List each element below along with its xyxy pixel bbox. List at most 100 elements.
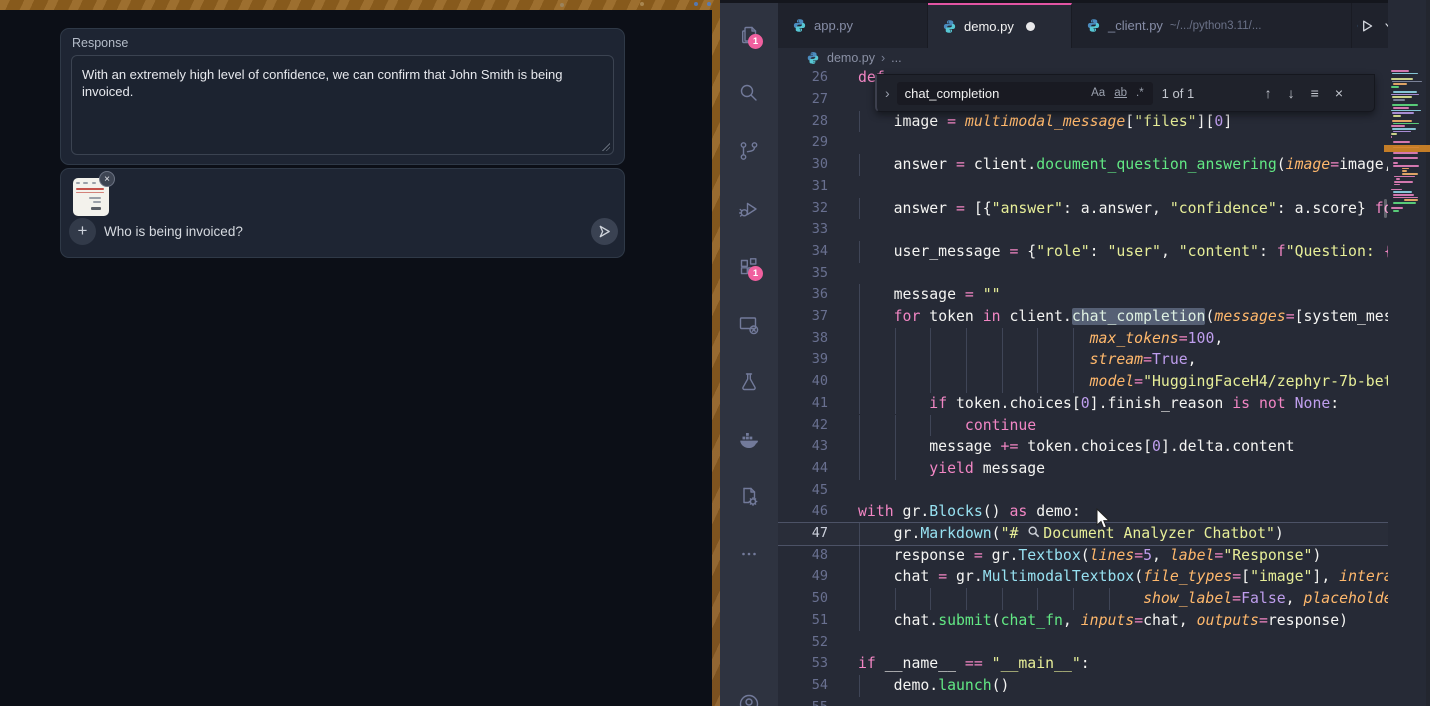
code-line-47[interactable]: 47 gr.Markdown("# Document Analyzer Chat…: [778, 522, 1388, 546]
minimap-line: [1393, 83, 1407, 85]
minimap-line: [1402, 173, 1418, 175]
minimap[interactable]: [1388, 0, 1426, 706]
indent-guide: [859, 458, 860, 480]
minimap-line: [1392, 81, 1422, 83]
source-control-icon[interactable]: [737, 139, 761, 163]
tab-_client.py[interactable]: _client.py~/.../python3.11/...: [1072, 3, 1352, 48]
unsaved-changes-icon[interactable]: [1026, 22, 1035, 31]
code-line-43[interactable]: 43 message += token.choices[0].delta.con…: [778, 436, 1388, 458]
line-number: 35: [778, 263, 828, 285]
code-line-50[interactable]: 50 show_label=False, placeholder=: [778, 588, 1388, 610]
previous-match-icon[interactable]: ↑: [1265, 85, 1272, 101]
code-line-33[interactable]: 33: [778, 219, 1388, 241]
more-icon[interactable]: [737, 542, 761, 566]
minimap-line: [1393, 131, 1411, 133]
code-line-55[interactable]: 55: [778, 697, 1388, 706]
indent-guide: [930, 415, 931, 437]
minimap-line: [1402, 170, 1407, 172]
code-line-29[interactable]: 29: [778, 132, 1388, 154]
breadcrumb[interactable]: demo.py › ...: [778, 48, 1430, 67]
code-line-45[interactable]: 45: [778, 480, 1388, 502]
add-file-button[interactable]: +: [69, 218, 96, 245]
code-line-42[interactable]: 42 continue: [778, 415, 1388, 437]
testing-icon[interactable]: [737, 370, 761, 394]
wallpaper-speck: [694, 2, 698, 6]
code-line-28[interactable]: 28 image = multimodal_message["files"][0…: [778, 111, 1388, 133]
regex-icon[interactable]: .*: [1136, 87, 1144, 99]
code-line-51[interactable]: 51 chat.submit(chat_fn, inputs=chat, out…: [778, 610, 1388, 632]
send-button[interactable]: [591, 218, 618, 245]
indent-guide: [1073, 328, 1074, 350]
line-number: 27: [778, 89, 828, 111]
code-line-32[interactable]: 32 answer = [{"answer": a.answer, "confi…: [778, 198, 1388, 220]
minimap-line: [1394, 181, 1412, 183]
code-line-46[interactable]: 46with gr.Blocks() as demo:: [778, 501, 1388, 523]
extensions-icon[interactable]: 1: [737, 255, 761, 279]
find-query[interactable]: chat_completion: [905, 86, 1091, 101]
next-match-icon[interactable]: ↓: [1288, 85, 1295, 101]
find-in-selection-icon[interactable]: ≡: [1311, 85, 1319, 101]
minimap-line: [1392, 104, 1418, 106]
indent-guide: [1073, 349, 1074, 371]
indent-guide: [1037, 349, 1038, 371]
breadcrumb-symbol[interactable]: ...: [891, 51, 901, 65]
indent-guide: [859, 588, 860, 610]
code-line-31[interactable]: 31: [778, 176, 1388, 198]
tab-label: demo.py: [964, 19, 1014, 34]
scrollbar-thumb[interactable]: [1384, 199, 1387, 218]
code-line-53[interactable]: 53if __name__ == "__main__":: [778, 653, 1388, 675]
run-debug-icon[interactable]: [737, 197, 761, 221]
response-textbox[interactable]: With an extremely high level of confiden…: [71, 55, 614, 155]
explorer-icon[interactable]: 1: [737, 23, 761, 47]
code-line-44[interactable]: 44 yield message: [778, 458, 1388, 480]
code-line-40[interactable]: 40 model="HuggingFaceH4/zephyr-7b-beta: [778, 371, 1388, 393]
tab-app.py[interactable]: app.py: [778, 3, 928, 48]
code-line-54[interactable]: 54 demo.launch(): [778, 675, 1388, 697]
code-line-52[interactable]: 52: [778, 632, 1388, 654]
badge: 1: [748, 34, 763, 49]
code-line-39[interactable]: 39 stream=True,: [778, 349, 1388, 371]
close-find-icon[interactable]: ×: [1335, 85, 1343, 101]
code-line-30[interactable]: 30 answer = client.document_question_ans…: [778, 154, 1388, 176]
indent-guide: [895, 371, 896, 393]
indent-guide: [859, 610, 860, 632]
tab-demo.py[interactable]: demo.py: [928, 3, 1072, 48]
remote-explorer-icon[interactable]: [737, 313, 761, 337]
send-icon: [597, 224, 612, 239]
resize-grip-icon[interactable]: [601, 142, 610, 151]
find-toggle-chevron-icon[interactable]: ›: [885, 85, 890, 101]
badge: 1: [748, 266, 763, 281]
breadcrumb-file[interactable]: demo.py: [827, 51, 875, 65]
line-number: 39: [778, 349, 828, 371]
match-case-icon[interactable]: Aa: [1091, 87, 1105, 99]
code-line-34[interactable]: 34 user_message = {"role": "user", "cont…: [778, 241, 1388, 263]
find-input[interactable]: chat_completion Aa ab .*: [897, 82, 1153, 105]
code-line-38[interactable]: 38 max_tokens=100,: [778, 328, 1388, 350]
line-number: 36: [778, 284, 828, 306]
line-number: 46: [778, 501, 828, 523]
file-settings-icon[interactable]: [737, 485, 761, 509]
line-number: 50: [778, 588, 828, 610]
line-number: 45: [778, 480, 828, 502]
indent-guide: [1037, 588, 1038, 610]
code-line-35[interactable]: 35: [778, 263, 1388, 285]
run-python-file-button[interactable]: [1358, 16, 1376, 36]
code-line-41[interactable]: 41 if token.choices[0].finish_reason is …: [778, 393, 1388, 415]
indent-guide: [1037, 328, 1038, 350]
code-line-36[interactable]: 36 message = "": [778, 284, 1388, 306]
code-line-48[interactable]: 48 response = gr.Textbox(lines=5, label=…: [778, 545, 1388, 567]
code-line-37[interactable]: 37 for token in client.chat_completion(m…: [778, 306, 1388, 328]
indent-guide: [859, 523, 860, 545]
account-icon[interactable]: [737, 692, 761, 706]
docker-icon[interactable]: [737, 428, 761, 452]
message-input[interactable]: Who is being invoiced?: [104, 224, 243, 239]
whole-word-icon[interactable]: ab: [1114, 87, 1127, 99]
search-icon[interactable]: [737, 81, 761, 105]
code-line-49[interactable]: 49 chat = gr.MultimodalTextbox(file_type…: [778, 566, 1388, 588]
minimap-line: [1392, 112, 1414, 114]
minimap-line: [1391, 110, 1421, 112]
minimap-line: [1392, 128, 1416, 130]
mouse-cursor: [1096, 508, 1112, 530]
line-number: 31: [778, 176, 828, 198]
remove-attachment-button[interactable]: ×: [99, 171, 115, 187]
